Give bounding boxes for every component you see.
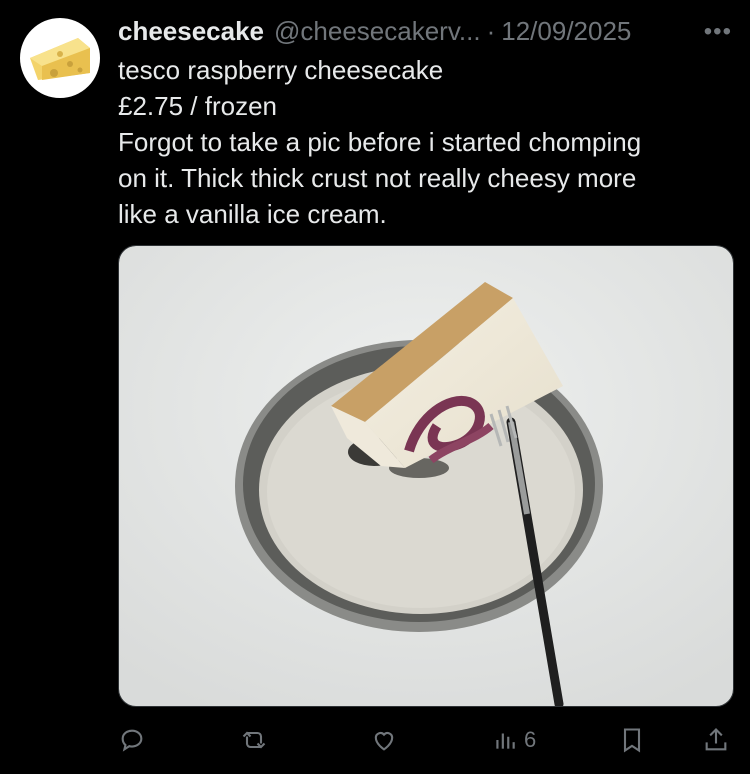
post-line-title: tesco raspberry cheesecake bbox=[118, 55, 444, 85]
repost-button[interactable] bbox=[240, 722, 268, 758]
post-header: cheesecake @cheesecakerv... · 12/09/2025… bbox=[118, 14, 732, 48]
like-button[interactable] bbox=[370, 722, 398, 758]
post-line-price: £2.75 / frozen bbox=[118, 91, 277, 121]
heart-icon bbox=[374, 732, 394, 751]
post-line-body: like a vanilla ice cream. bbox=[118, 199, 387, 229]
reply-button[interactable] bbox=[118, 722, 146, 758]
more-options-icon[interactable]: ••• bbox=[704, 18, 732, 46]
display-name[interactable]: cheesecake bbox=[118, 16, 264, 47]
post-date[interactable]: 12/09/2025 bbox=[501, 16, 631, 47]
post-line-body: on it. Thick thick crust not really chee… bbox=[118, 163, 637, 193]
post-line-body: Forgot to take a pic before i started ch… bbox=[118, 127, 642, 157]
bookmark-button[interactable] bbox=[618, 722, 646, 758]
bookmark-icon bbox=[623, 728, 641, 753]
cheese-icon bbox=[30, 38, 90, 80]
cheesecake-photo-illustration bbox=[119, 246, 733, 706]
repost-icon bbox=[242, 731, 266, 749]
avatar[interactable] bbox=[20, 18, 100, 98]
reply-icon bbox=[121, 729, 143, 752]
action-bar: 6 bbox=[118, 722, 732, 758]
views-button[interactable]: 6 bbox=[492, 722, 536, 758]
share-button[interactable] bbox=[702, 722, 730, 758]
post-photo[interactable] bbox=[118, 245, 734, 707]
views-count: 6 bbox=[524, 727, 537, 752]
share-icon bbox=[705, 728, 727, 751]
views-icon bbox=[496, 733, 515, 749]
user-handle[interactable]: @cheesecakerv... bbox=[274, 16, 481, 47]
post-text: tesco raspberry cheesecake £2.75 / froze… bbox=[118, 52, 718, 232]
separator: · bbox=[486, 15, 496, 46]
